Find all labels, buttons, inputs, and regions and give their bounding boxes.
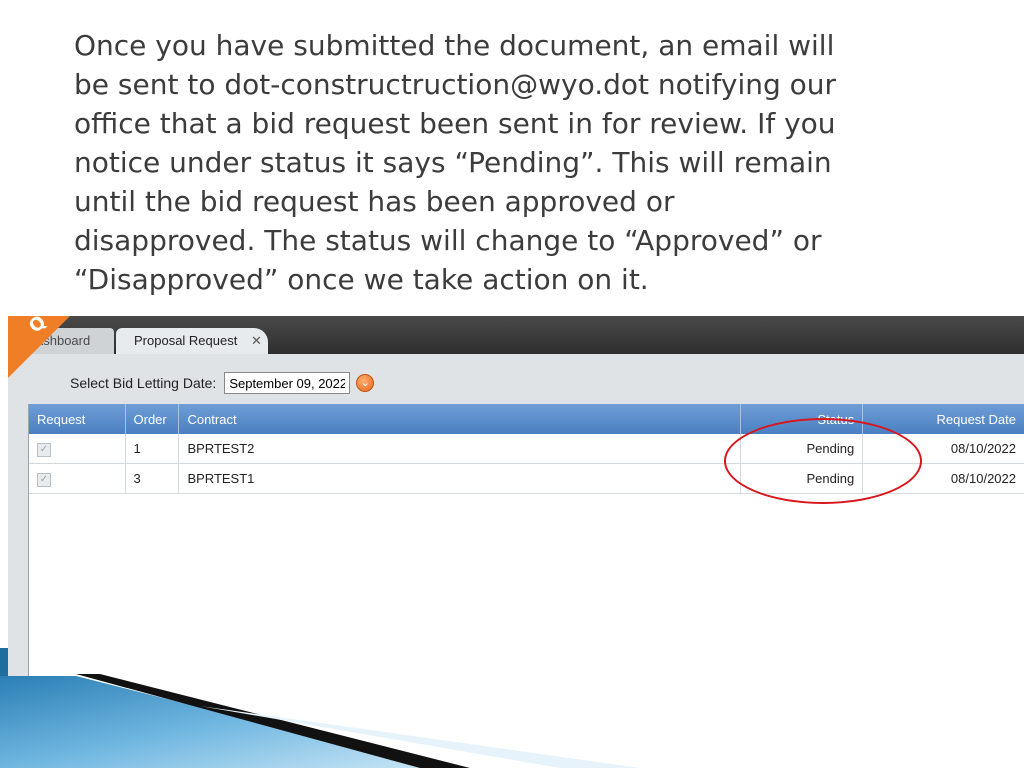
- tab-proposal-label: Proposal Request: [134, 333, 238, 348]
- order-cell: 3: [125, 463, 180, 494]
- contract-cell: BPRTEST1: [178, 463, 742, 494]
- footer-light-stripe: [200, 706, 640, 768]
- bid-letting-row: Select Bid Letting Date: ⌄: [70, 372, 375, 394]
- footer-black-stripe: [76, 674, 470, 768]
- slide-line: until the bid request has been approved …: [74, 185, 675, 218]
- slide-line: office that a bid request been sent in f…: [74, 107, 836, 140]
- request-checkbox[interactable]: ✓: [37, 443, 51, 457]
- column-header-order[interactable]: Order: [125, 404, 180, 434]
- column-header-request[interactable]: Request: [29, 404, 126, 434]
- slide-accent-bar: [0, 648, 8, 676]
- close-icon[interactable]: ✕: [251, 333, 262, 348]
- slide-line: notice under status it says “Pending”. T…: [74, 146, 832, 179]
- tab-proposal-request[interactable]: Proposal Request ✕: [116, 328, 268, 354]
- status-highlight-circle: [724, 418, 922, 504]
- footer-blue-wedge: [0, 676, 440, 768]
- tab-bar: ashboard Proposal Request ✕: [8, 316, 1024, 354]
- order-cell: 1: [125, 434, 180, 464]
- slide-line: be sent to dot-constructruction@wyo.dot …: [74, 68, 837, 101]
- slide-line: “Disapproved” once we take action on it.: [74, 263, 649, 296]
- request-checkbox[interactable]: ✓: [37, 473, 51, 487]
- column-header-contract[interactable]: Contract: [178, 404, 742, 434]
- chevron-down-icon[interactable]: ⌄: [356, 374, 375, 392]
- slide-body-text: Once you have submitted the document, an…: [74, 26, 974, 299]
- bid-letting-label: Select Bid Letting Date:: [70, 375, 217, 391]
- contract-cell: BPRTEST2: [178, 434, 742, 464]
- slide-line: Once you have submitted the document, an…: [74, 29, 835, 62]
- bid-letting-date-input[interactable]: [224, 372, 351, 394]
- slide-line: disapproved. The status will change to “…: [74, 224, 822, 257]
